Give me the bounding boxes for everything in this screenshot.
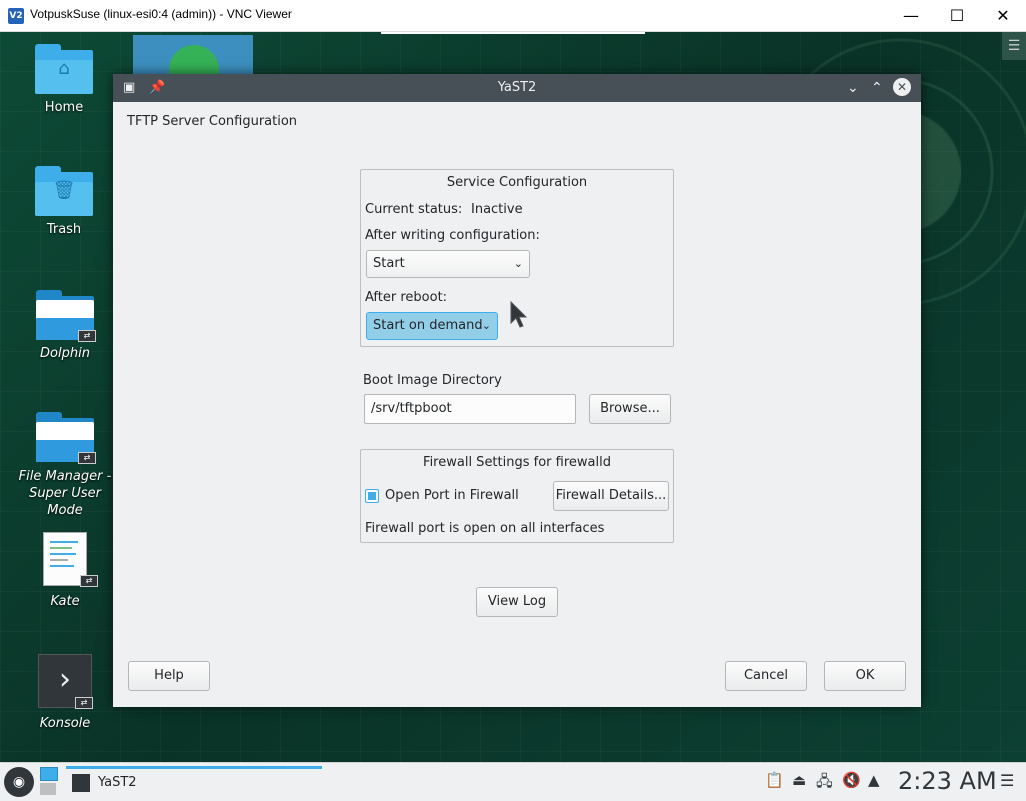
after-writing-label: After writing configuration: (365, 228, 540, 243)
after-writing-value: Start (373, 256, 405, 271)
app-launcher-icon[interactable] (133, 35, 253, 95)
desktop-icon-label: Home (44, 100, 84, 115)
current-status-value: Inactive (471, 202, 523, 217)
dialog-titlebar: ▣ 📌 YaST2 ⌄ ⌃ ✕ (113, 74, 921, 102)
volume-muted-icon[interactable]: 🔇 (842, 771, 861, 789)
desktop-icon-label: Kate (50, 594, 80, 609)
network-icon[interactable]: 🖧 (816, 771, 833, 796)
minimize-dialog-button[interactable]: ⌄ (847, 80, 859, 96)
boot-image-directory-input[interactable]: /srv/tftpboot (364, 394, 576, 424)
link-badge-icon: ⇄ (75, 697, 93, 709)
after-reboot-select[interactable]: Start on demand ⌄ (366, 312, 498, 340)
desktop-icon-file-manager-su[interactable]: ⇄ File Manager - Super User Mode (10, 412, 120, 519)
terminal-icon: › ⇄ (38, 654, 93, 709)
group-title: Service Configuration (446, 175, 588, 190)
home-folder-icon: ⌂ (35, 44, 93, 94)
after-writing-select[interactable]: Start ⌄ (366, 250, 530, 278)
mouse-cursor-icon (510, 301, 528, 328)
chevron-down-icon: ⌄ (513, 257, 523, 270)
current-status-label: Current status: (365, 202, 463, 217)
link-badge-icon: ⇄ (78, 452, 96, 464)
group-title: Firewall Settings for firewalld (423, 455, 611, 470)
help-button[interactable]: Help (128, 661, 210, 691)
desktop-icon-trash[interactable]: 🗑 Trash (14, 166, 114, 237)
view-log-button[interactable]: View Log (476, 587, 558, 617)
trash-icon: 🗑 (35, 166, 93, 216)
panel-menu-icon[interactable]: ☰ (1000, 771, 1014, 790)
minimize-button[interactable]: — (888, 0, 934, 31)
vnc-logo-icon: V2 (8, 8, 24, 24)
taskbar-item-label: YaST2 (98, 775, 137, 790)
virtual-desktop-1[interactable] (40, 767, 58, 781)
cancel-button[interactable]: Cancel (725, 661, 807, 691)
desktop-icon-dolphin[interactable]: ⇄ Dolphin (15, 290, 115, 361)
firewall-settings-group: Firewall Settings for firewalld Open Por… (360, 449, 674, 543)
application-launcher-button[interactable]: ◉ (4, 767, 34, 797)
vnc-window-title: VotpuskSuse (linux-esi0:4 (admin)) - VNC… (30, 7, 292, 21)
ok-button[interactable]: OK (824, 661, 906, 691)
clock[interactable]: 2:23 AM (898, 767, 997, 795)
desktop-icon-home[interactable]: ⌂ Home (14, 44, 114, 115)
usb-device-icon[interactable]: ⏏ (792, 771, 806, 789)
close-button[interactable]: ✕ (980, 0, 1026, 31)
taskbar: ◉ YaST2 📋 ⏏ 🖧 🔇 ▲ 2:23 AM ☰ (0, 762, 1026, 801)
clipboard-icon[interactable]: 📋 (765, 771, 784, 789)
panel-strip (381, 32, 645, 34)
boot-image-directory-label: Boot Image Directory (363, 373, 502, 388)
maximize-button[interactable]: ☐ (934, 0, 980, 31)
dialog-title: YaST2 (497, 80, 537, 95)
menu-icon[interactable]: ☰ (1002, 32, 1026, 60)
kate-document-icon: ⇄ (43, 532, 98, 587)
chevron-down-icon: ⌄ (481, 319, 491, 332)
desktop-icon-konsole[interactable]: › ⇄ Konsole (15, 654, 115, 731)
link-badge-icon: ⇄ (80, 575, 98, 587)
page-title: TFTP Server Configuration (127, 114, 298, 129)
after-reboot-value: Start on demand (373, 318, 483, 333)
desktop-icon-label: Dolphin (40, 346, 90, 361)
vnc-titlebar: V2 VotpuskSuse (linux-esi0:4 (admin)) - … (0, 0, 1026, 32)
dolphin-folder-icon: ⇄ (36, 290, 96, 342)
file-manager-folder-icon: ⇄ (36, 412, 96, 464)
open-port-checkbox[interactable] (365, 489, 379, 503)
after-reboot-label: After reboot: (365, 290, 448, 305)
yast-icon (72, 774, 90, 792)
close-dialog-button[interactable]: ✕ (893, 78, 911, 96)
maximize-dialog-button[interactable]: ⌃ (871, 80, 883, 96)
desktop-icon-kate[interactable]: ⇄ Kate (15, 532, 115, 609)
open-port-label[interactable]: Open Port in Firewall (385, 488, 519, 503)
firewall-details-button[interactable]: Firewall Details... (553, 481, 669, 511)
chevron-up-icon[interactable]: ▲ (868, 771, 880, 789)
virtual-desktop-2[interactable] (40, 783, 56, 795)
desktop-icon-label: Trash (46, 222, 82, 237)
browse-button[interactable]: Browse... (589, 394, 671, 424)
taskbar-item-yast2[interactable]: YaST2 (66, 766, 322, 798)
link-badge-icon: ⇄ (78, 330, 96, 342)
firewall-status-text: Firewall port is open on all interfaces (365, 521, 605, 536)
yast-dialog: ▣ 📌 YaST2 ⌄ ⌃ ✕ TFTP Server Configuratio… (113, 74, 921, 707)
desktop-icon-label: Konsole (39, 716, 91, 731)
desktop-icon-label: File Manager - Super User Mode (18, 469, 112, 518)
